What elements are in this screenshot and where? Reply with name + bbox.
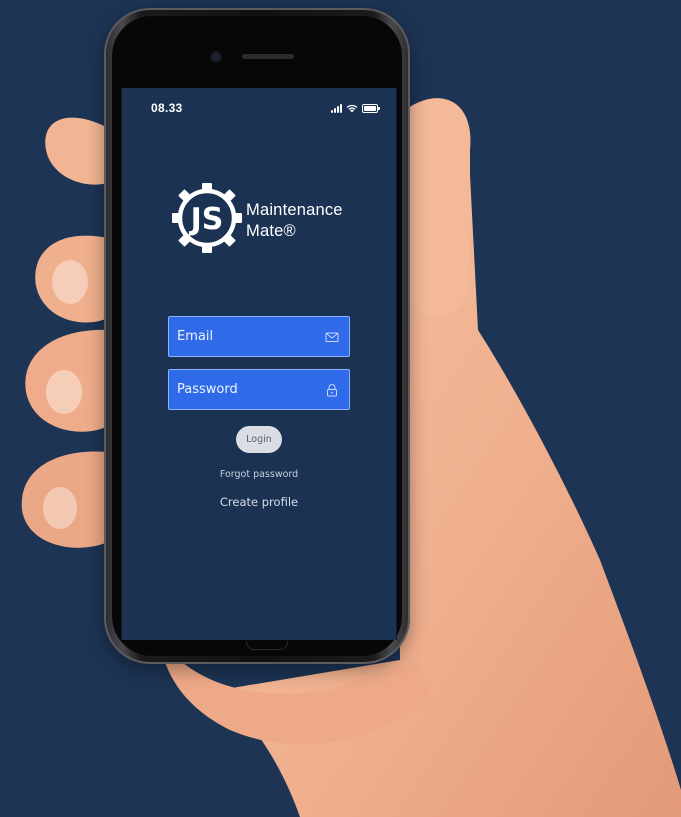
- status-icons: [331, 102, 380, 114]
- brand-name: Maintenance Mate®: [246, 200, 343, 242]
- gear-logo-icon: JS: [172, 183, 242, 253]
- cellular-signal-icon: [331, 103, 342, 113]
- lock-icon: [327, 384, 337, 397]
- brand-name-line2: Mate®: [246, 222, 296, 240]
- password-input[interactable]: [169, 370, 349, 409]
- battery-icon: [362, 103, 380, 113]
- forgot-password-link[interactable]: Forgot password: [122, 469, 396, 480]
- email-input[interactable]: [169, 317, 349, 356]
- password-field: [168, 369, 350, 410]
- envelope-icon: [325, 332, 339, 342]
- brand-logo: JS Maintenance Mate®: [171, 180, 361, 260]
- device-mockup-scene: 08.33 JS Maintenance Mate® Email Login F…: [0, 0, 681, 817]
- email-field: [168, 316, 350, 357]
- status-bar: 08.33: [122, 88, 396, 128]
- wifi-icon: [346, 104, 358, 112]
- front-camera: [211, 52, 221, 62]
- logo-monogram: JS: [189, 202, 224, 237]
- earpiece-speaker: [242, 54, 294, 59]
- status-time: 08.33: [151, 101, 183, 115]
- create-profile-link[interactable]: Create profile: [122, 495, 396, 509]
- login-button[interactable]: Login: [236, 426, 282, 453]
- home-button-edge: [246, 641, 288, 650]
- app-screen: 08.33 JS Maintenance Mate® Email Login F…: [121, 88, 397, 640]
- brand-name-line1: Maintenance: [246, 201, 343, 219]
